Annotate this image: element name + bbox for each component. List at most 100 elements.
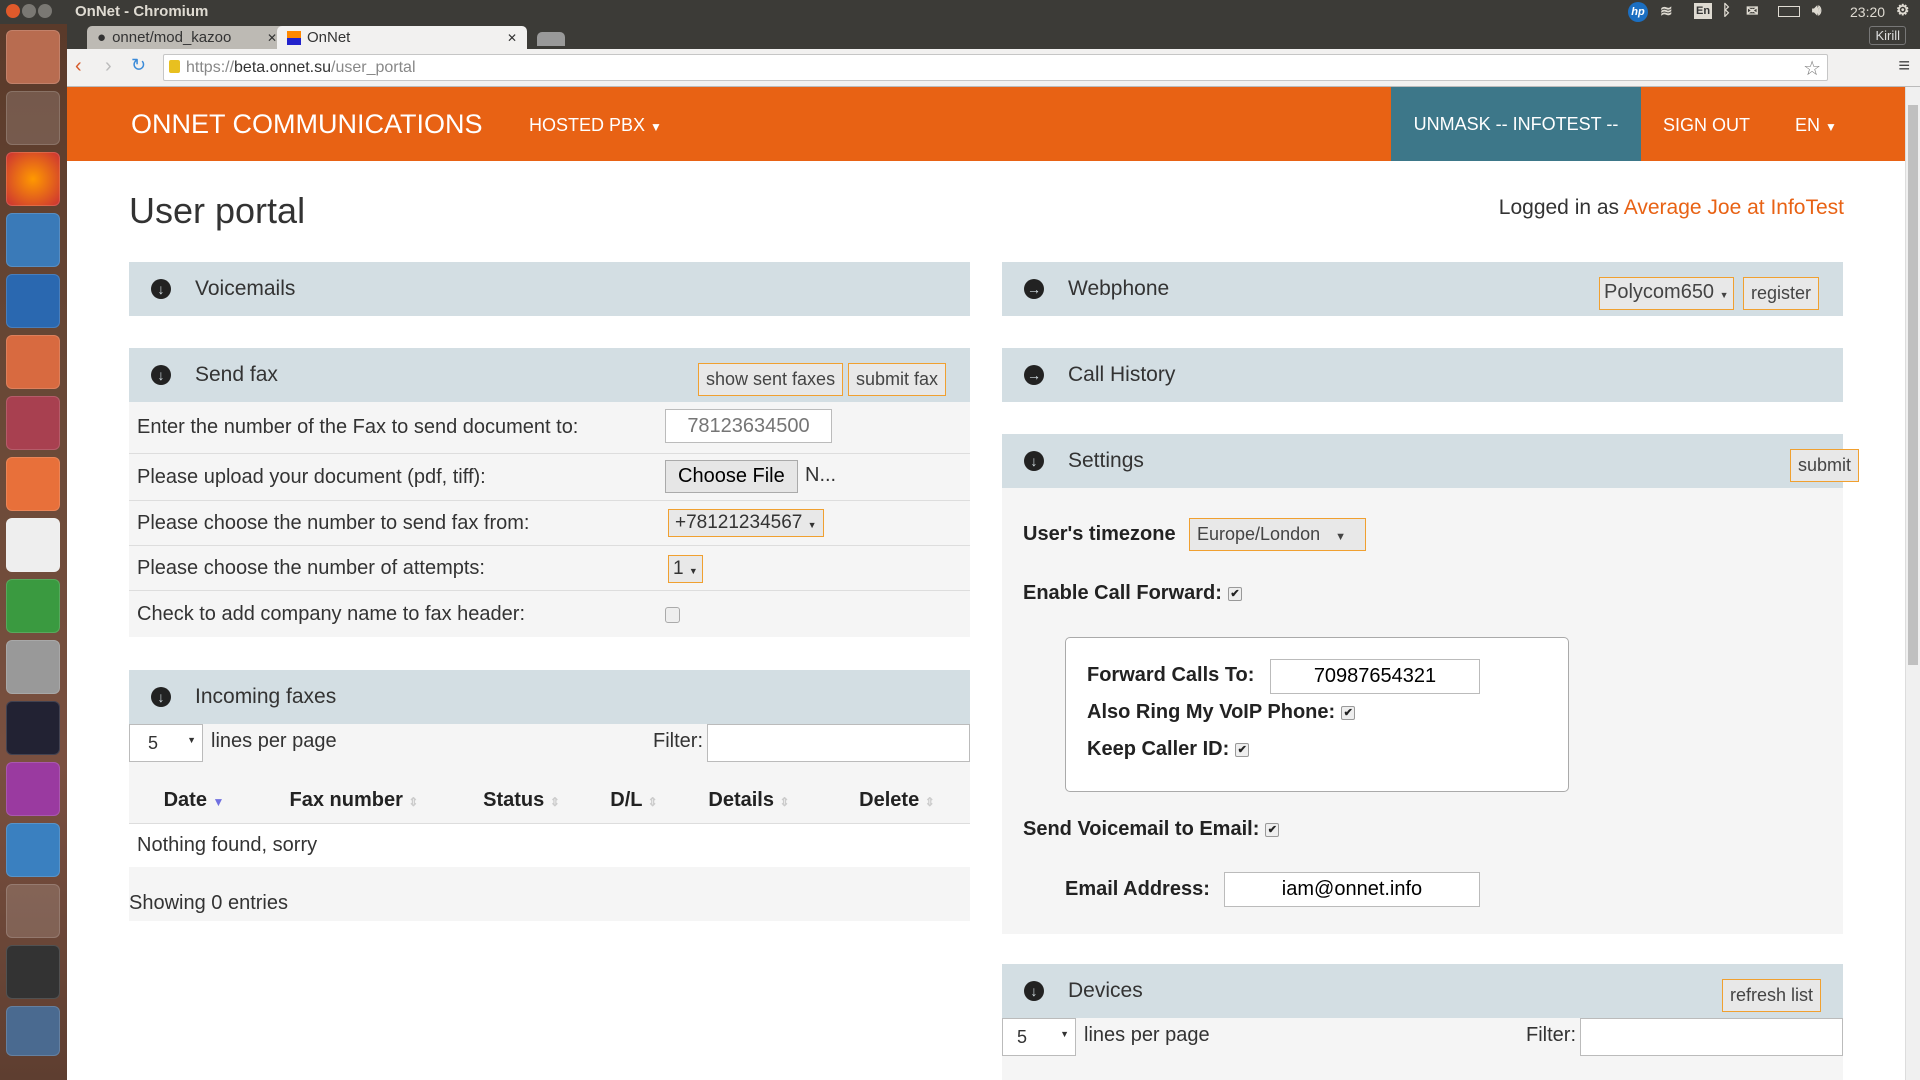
column-dl[interactable]: D/L ⇕ — [594, 778, 674, 823]
webphone-device-select[interactable]: Polycom650 ▼ — [1599, 277, 1734, 310]
voicemails-header[interactable]: ↓ Voicemails — [129, 262, 970, 316]
column-date[interactable]: Date ▼ — [129, 778, 259, 823]
minimize-window-icon[interactable] — [22, 4, 36, 18]
url-input[interactable]: https://beta.onnet.su/user_portal ☆ — [163, 54, 1828, 81]
language-menu[interactable]: EN ▼ — [1795, 115, 1837, 136]
attempts-select[interactable]: 1 ▼ — [668, 555, 703, 583]
tab-github[interactable]: ● onnet/mod_kazoo ✕ — [87, 26, 287, 49]
ring-voip-checkbox[interactable]: ✔ — [1341, 705, 1356, 720]
incoming-faxes-header[interactable]: ↓ Incoming faxes — [129, 670, 970, 724]
devices-filter-input[interactable] — [1580, 1018, 1843, 1056]
keep-caller-id-field: Keep Caller ID: ✔ — [1087, 738, 1250, 761]
menu-label: HOSTED PBX — [529, 115, 646, 135]
register-button[interactable]: register — [1743, 277, 1820, 310]
brand-link[interactable]: ONNET COMMUNICATIONS — [131, 109, 483, 140]
hp-icon[interactable]: hp — [1628, 2, 1648, 22]
sign-out-link[interactable]: SIGN OUT — [1663, 115, 1750, 136]
forward-to-input[interactable] — [1270, 659, 1480, 694]
call-forward-checkbox[interactable]: ✔ — [1227, 586, 1242, 601]
table-row: Nothing found, sorry — [129, 823, 970, 867]
filter-input[interactable] — [707, 724, 970, 762]
firefox-icon[interactable] — [6, 152, 60, 206]
column-label: Date — [163, 788, 207, 811]
submit-fax-button[interactable]: submit fax — [848, 363, 947, 396]
libreoffice-impress-icon[interactable] — [6, 335, 60, 389]
maximize-window-icon[interactable] — [38, 4, 52, 18]
close-tab-icon[interactable]: ✕ — [267, 31, 277, 45]
column-delete[interactable]: Delete ⇕ — [824, 778, 970, 823]
chromium-icon[interactable] — [6, 823, 60, 877]
column-details[interactable]: Details ⇕ — [674, 778, 824, 823]
lines-per-page-select[interactable]: 5 ▼ — [129, 724, 203, 762]
settings-header[interactable]: ↓ Settings — [1002, 434, 1843, 488]
timezone-select[interactable]: Europe/London ▼ — [1189, 518, 1366, 551]
camera-icon[interactable] — [6, 701, 60, 755]
choose-file-button[interactable]: Choose File — [665, 460, 798, 493]
from-number-select[interactable]: +78121234567 ▼ — [668, 509, 824, 537]
lines-per-page-label: lines per page — [211, 730, 337, 752]
terminal-icon[interactable] — [6, 945, 60, 999]
panel-title: Incoming faxes — [195, 685, 337, 708]
fax-number-input[interactable] — [665, 409, 832, 443]
column-label: D/L — [610, 788, 643, 811]
logged-in-label: Logged in as — [1498, 196, 1624, 219]
libreoffice-draw-icon[interactable] — [6, 213, 60, 267]
back-icon[interactable]: ‹ — [75, 55, 82, 78]
clock[interactable]: 23:20 — [1850, 4, 1885, 20]
battery-icon[interactable] — [1778, 6, 1800, 17]
thunderbird-icon[interactable] — [6, 274, 60, 328]
libreoffice-calc-icon[interactable] — [6, 579, 60, 633]
bluetooth-icon[interactable]: ᛒ — [1722, 2, 1731, 19]
settings-submit-button[interactable]: submit — [1790, 449, 1860, 482]
show-sent-faxes-button[interactable]: show sent faxes — [698, 363, 844, 396]
user-profile-badge[interactable]: Kirill — [1869, 26, 1906, 45]
call-history-header[interactable]: → Call History — [1002, 348, 1843, 402]
tab-onnet[interactable]: OnNet ✕ — [277, 26, 527, 49]
power-gear-icon[interactable]: ⚙ — [1896, 1, 1909, 19]
calculator-icon[interactable] — [6, 91, 60, 145]
email-input[interactable] — [1224, 872, 1480, 907]
page-scrollbar[interactable] — [1905, 87, 1920, 1080]
hosted-pbx-menu[interactable]: HOSTED PBX ▼ — [529, 115, 662, 136]
select-value: 1 — [673, 558, 684, 579]
workspace-switcher-icon[interactable] — [6, 884, 60, 938]
software-center-icon[interactable] — [6, 457, 60, 511]
devices-header[interactable]: ↓ Devices — [1002, 964, 1843, 1018]
bookmark-star-icon[interactable]: ☆ — [1803, 56, 1821, 81]
onnet-favicon — [287, 30, 301, 45]
lock-warning-icon[interactable] — [169, 60, 180, 73]
company-header-checkbox[interactable] — [665, 607, 680, 623]
user-link[interactable]: Average Joe at InfoTest — [1624, 196, 1844, 219]
column-status[interactable]: Status ⇕ — [449, 778, 594, 823]
close-tab-icon[interactable]: ✕ — [507, 31, 517, 45]
unmask-button[interactable]: UNMASK -- INFOTEST -- — [1391, 87, 1641, 161]
workspace-app-icon[interactable] — [6, 762, 60, 816]
volume-icon[interactable]: 🔊︎ — [1812, 2, 1821, 19]
caret-down-icon: ▼ — [688, 566, 698, 576]
file-manager-icon[interactable] — [6, 396, 60, 450]
panel-title: Settings — [1068, 449, 1144, 472]
amazon-icon[interactable] — [6, 518, 60, 572]
column-label: Delete — [859, 788, 920, 811]
menu-icon[interactable]: ≡ — [1898, 55, 1910, 78]
column-label: Fax number — [289, 788, 403, 811]
keyboard-layout-indicator[interactable]: En — [1694, 3, 1713, 19]
system-settings-icon[interactable] — [6, 640, 60, 694]
refresh-list-button[interactable]: refresh list — [1722, 979, 1822, 1012]
wifi-icon[interactable]: ≋ — [1660, 2, 1673, 20]
vm-email-checkbox[interactable]: ✔ — [1265, 822, 1280, 837]
send-fax-panel: ↓ Send fax show sent faxes submit fax Ent… — [129, 348, 970, 637]
column-fax-number[interactable]: Fax number ⇕ — [259, 778, 449, 823]
keep-caller-id-checkbox[interactable]: ✔ — [1235, 742, 1250, 757]
ubuntu-dash-icon[interactable] — [6, 30, 60, 84]
mail-icon[interactable]: ✉ — [1746, 2, 1759, 20]
sort-icon: ⇕ — [779, 794, 790, 809]
close-window-icon[interactable] — [6, 4, 20, 18]
stacked-apps-icon[interactable] — [6, 1006, 60, 1056]
send-fax-header[interactable]: ↓ Send fax — [129, 348, 970, 402]
forward-icon[interactable]: › — [105, 55, 112, 78]
devices-panel: ↓ Devices refresh list 5 ▼ lines per page … — [1002, 964, 1843, 1080]
new-tab-button[interactable] — [537, 32, 565, 46]
devices-lines-per-page-select[interactable]: 5 ▼ — [1002, 1018, 1076, 1056]
reload-icon[interactable]: ↻ — [131, 55, 146, 76]
